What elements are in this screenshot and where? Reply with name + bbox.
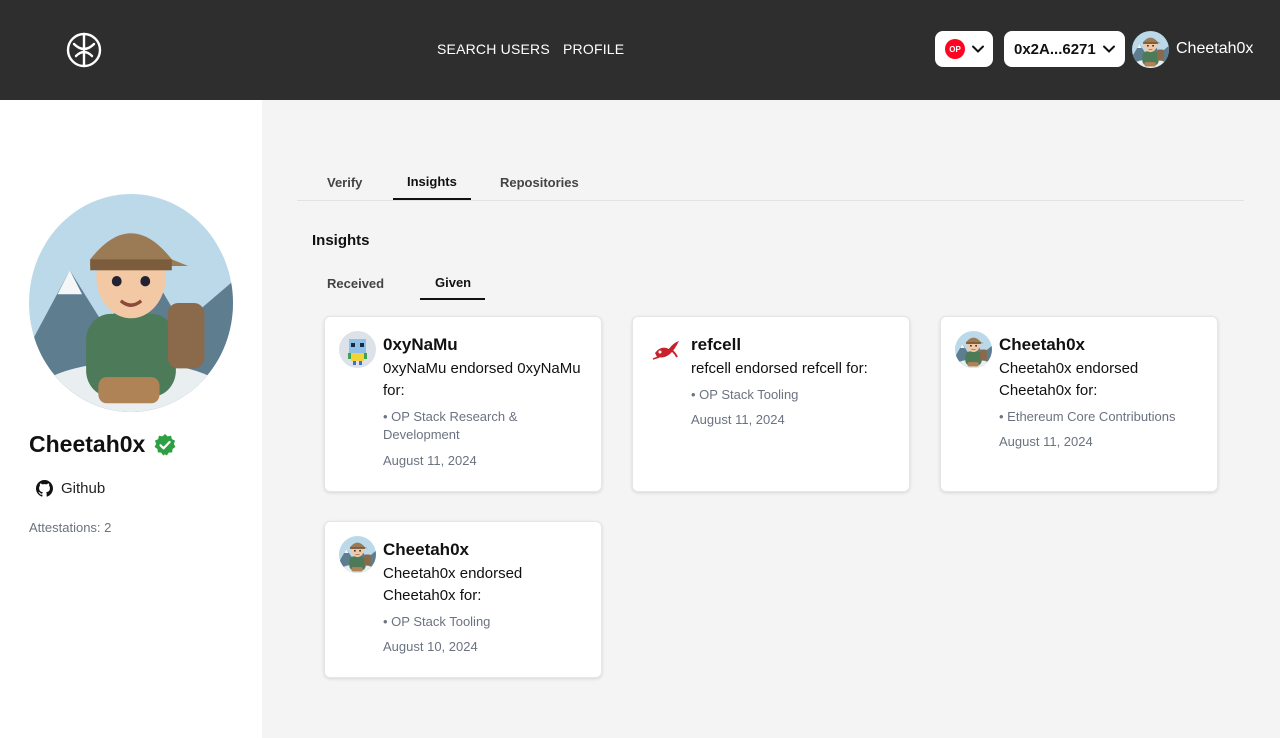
- tab-repositories[interactable]: Repositories: [500, 175, 579, 190]
- endorsement-card[interactable]: Cheetah0x Cheetah0x endorsed Cheetah0x f…: [940, 316, 1218, 492]
- endorsement-date: August 10, 2024: [383, 639, 478, 654]
- header-user-name[interactable]: Cheetah0x: [1176, 40, 1253, 58]
- endorsement-skill: • OP Stack Tooling: [691, 387, 799, 402]
- endorsement-card[interactable]: Cheetah0x Cheetah0x endorsed Cheetah0x f…: [324, 521, 602, 678]
- hiker-avatar-icon: [29, 194, 233, 412]
- network-selector[interactable]: OP: [935, 31, 993, 67]
- hiker-avatar-icon: [1132, 31, 1169, 68]
- red-bird-avatar-icon: [647, 331, 684, 368]
- section-title: Insights: [312, 232, 370, 249]
- github-icon: [36, 480, 53, 497]
- wallet-button[interactable]: 0x2A...6271: [1004, 31, 1125, 67]
- endorsement-date: August 11, 2024: [691, 412, 785, 427]
- endorser-avatar: [339, 536, 376, 573]
- endorsement-skill: • OP Stack Tooling: [383, 614, 491, 629]
- endorsement-description: Cheetah0x endorsed Cheetah0x for:: [383, 565, 523, 604]
- chevron-down-icon: [1102, 45, 1115, 53]
- active-tab-indicator: [393, 198, 471, 200]
- chevron-down-icon: [972, 45, 984, 53]
- endorsement-skill: • Ethereum Core Contributions: [999, 409, 1176, 424]
- active-subtab-indicator: [420, 298, 485, 300]
- endorser-name: 0xyNaMu: [383, 335, 458, 354]
- endorser-avatar: [339, 331, 376, 368]
- endorsement-date: August 11, 2024: [383, 453, 477, 468]
- nav-search-users[interactable]: SEARCH USERS: [437, 41, 550, 57]
- endorsement-card[interactable]: refcell refcell endorsed refcell for: • …: [632, 316, 910, 492]
- endorsement-description: refcell endorsed refcell for:: [691, 360, 868, 377]
- tab-insights[interactable]: Insights: [407, 174, 457, 189]
- endorser-name: Cheetah0x: [999, 335, 1085, 354]
- endorsement-skill: • OP Stack Research & Development: [383, 409, 518, 442]
- profile-tabs: Verify Insights Repositories: [297, 164, 1244, 201]
- endorsement-date: August 11, 2024: [999, 434, 1093, 449]
- endorser-avatar: [647, 331, 684, 368]
- endorser-name: refcell: [691, 335, 742, 354]
- subtab-received[interactable]: Received: [327, 276, 384, 291]
- endorser-name: Cheetah0x: [383, 540, 469, 559]
- wallet-address: 0x2A...6271: [1014, 40, 1096, 58]
- endorsement-description: 0xyNaMu endorsed 0xyNaMu for:: [383, 360, 581, 399]
- profile-avatar: [29, 194, 233, 412]
- github-label: Github: [61, 480, 106, 497]
- subtab-given[interactable]: Given: [435, 275, 471, 290]
- endorser-avatar: [955, 331, 992, 368]
- attestations-count: Attestations: 2: [29, 520, 112, 535]
- verified-badge-icon: [154, 434, 176, 456]
- pixel-robot-avatar-icon: [339, 331, 376, 368]
- user-avatar[interactable]: [1132, 31, 1169, 68]
- app-logo-icon[interactable]: [66, 32, 102, 68]
- profile-name: Cheetah0x: [29, 431, 146, 457]
- nav-profile[interactable]: PROFILE: [563, 41, 624, 57]
- tab-verify[interactable]: Verify: [327, 175, 362, 190]
- hiker-avatar-icon: [955, 331, 992, 368]
- profile-sidebar: Cheetah0x Github Attestations: 2: [0, 100, 262, 738]
- top-navigation-bar: SEARCH USERS PROFILE OP 0x2A...6271 Chee…: [0, 0, 1280, 100]
- hiker-avatar-icon: [339, 536, 376, 573]
- endorsement-description: Cheetah0x endorsed Cheetah0x for:: [999, 360, 1139, 399]
- github-link[interactable]: Github: [36, 480, 105, 497]
- optimism-network-icon: OP: [945, 39, 965, 59]
- endorsement-card[interactable]: 0xyNaMu 0xyNaMu endorsed 0xyNaMu for: • …: [324, 316, 602, 492]
